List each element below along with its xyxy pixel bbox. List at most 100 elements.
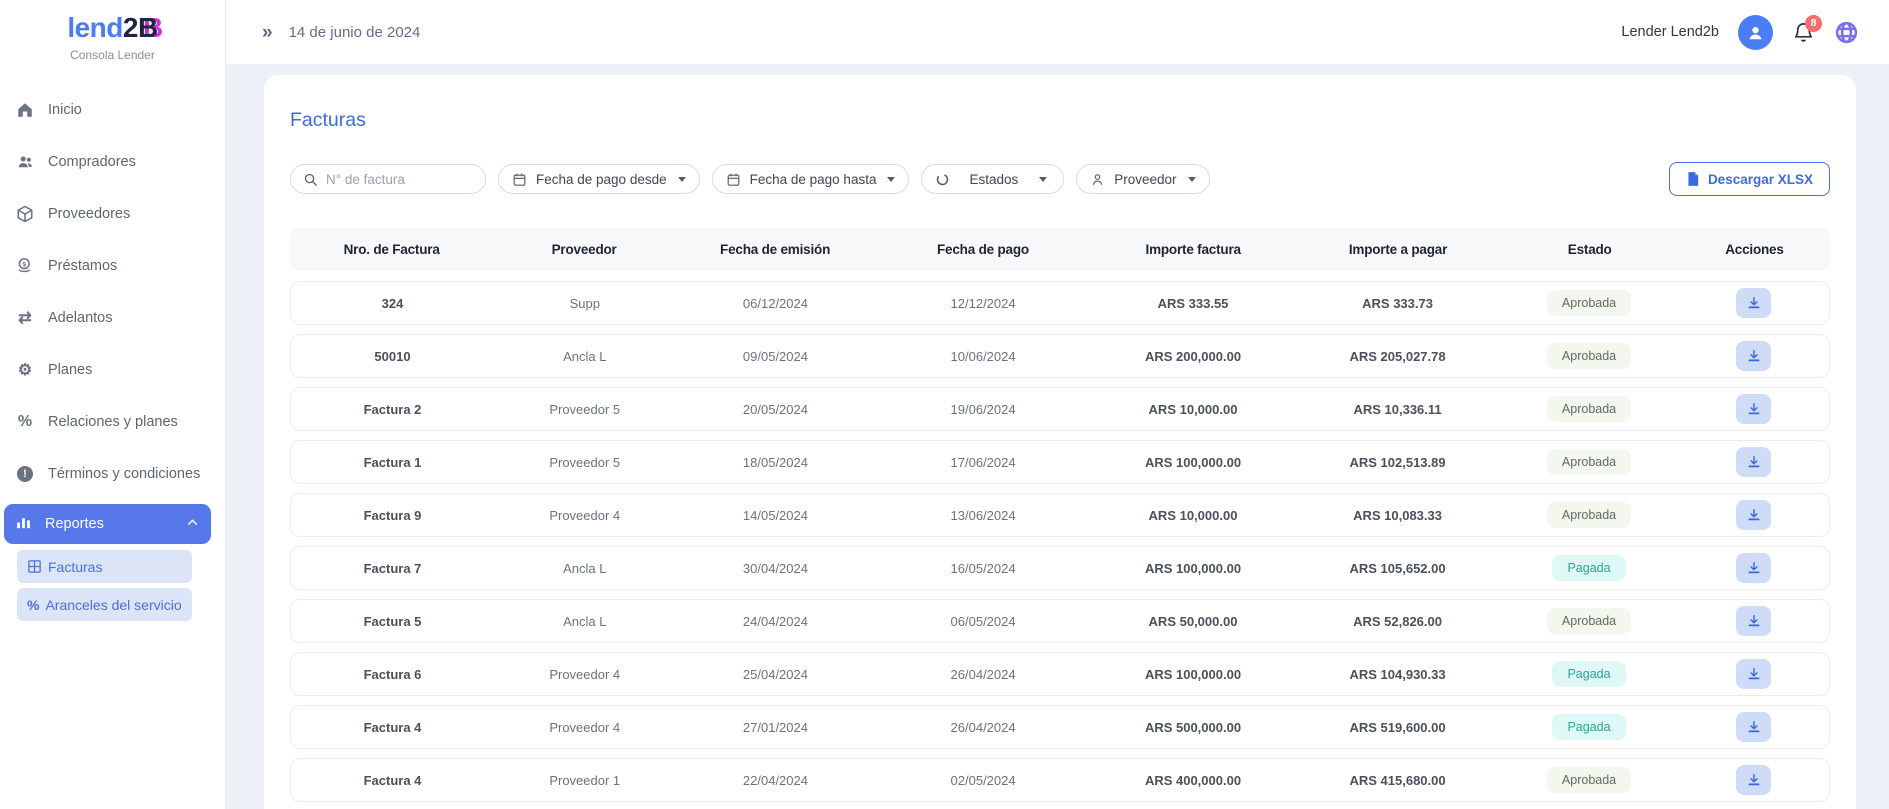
- download-icon: [1747, 773, 1761, 787]
- gear-icon: ⚙: [15, 360, 35, 380]
- download-row-button[interactable]: [1736, 447, 1771, 477]
- filter-proveedor[interactable]: Proveedor: [1076, 164, 1209, 194]
- filter-label: Proveedor: [1114, 172, 1176, 187]
- search-input[interactable]: [326, 172, 473, 187]
- sidebar-subitem-aranceles[interactable]: % Aranceles del servicio: [17, 588, 192, 621]
- sidebar-item-label: Proveedores: [48, 206, 130, 222]
- status-circle-icon: [935, 172, 950, 187]
- sidebar-item-inicio[interactable]: Inicio: [0, 84, 225, 136]
- sidebar-item-prestamos[interactable]: $ Préstamos: [0, 240, 225, 292]
- status-badge: Aprobada: [1547, 396, 1631, 422]
- download-icon: [1747, 720, 1761, 734]
- download-row-button[interactable]: [1736, 712, 1771, 742]
- current-date: 14 de junio de 2024: [289, 24, 421, 41]
- sidebar-item-compradores[interactable]: Compradores: [0, 136, 225, 188]
- download-icon: [1747, 296, 1761, 310]
- sidebar-collapse-icon[interactable]: »: [262, 23, 273, 42]
- person-icon: [1090, 172, 1105, 187]
- table-row: Factura 4 Proveedor 1 22/04/2024 02/05/2…: [290, 758, 1830, 802]
- download-icon: [1747, 667, 1761, 681]
- status-badge: Aprobada: [1547, 767, 1631, 793]
- sidebar-item-terminos[interactable]: ! Términos y condiciones: [0, 448, 225, 500]
- grid-icon: [27, 559, 42, 574]
- sidebar-item-planes[interactable]: ⚙ Planes: [0, 344, 225, 396]
- download-icon: [1747, 561, 1761, 575]
- download-row-button[interactable]: [1736, 341, 1771, 371]
- cell-importe-a-pagar: ARS 10,083.33: [1295, 508, 1500, 523]
- download-xlsx-button[interactable]: Descargar XLSX: [1669, 162, 1830, 196]
- sidebar-item-reportes[interactable]: Reportes: [4, 504, 211, 544]
- user-name: Lender Lend2b: [1621, 24, 1719, 40]
- cell-estado: Aprobada: [1500, 396, 1678, 422]
- cell-nro-factura: Factura 2: [291, 402, 494, 417]
- download-row-button[interactable]: [1736, 288, 1771, 318]
- sidebar-item-adelantos[interactable]: ⇄ Adelantos: [0, 292, 225, 344]
- table-row: 50010 Ancla L 09/05/2024 10/06/2024 ARS …: [290, 334, 1830, 378]
- cell-importe-a-pagar: ARS 102,513.89: [1295, 455, 1500, 470]
- cell-fecha-emision: 30/04/2024: [675, 561, 875, 576]
- status-badge: Aprobada: [1547, 502, 1631, 528]
- download-row-button[interactable]: [1736, 500, 1771, 530]
- cell-proveedor: Proveedor 4: [494, 667, 675, 682]
- sidebar-nav: Inicio Compradores Proveedores $ Préstam…: [0, 84, 225, 809]
- cell-proveedor: Proveedor 5: [494, 455, 675, 470]
- avatar[interactable]: [1738, 15, 1773, 50]
- sidebar-item-proveedores[interactable]: Proveedores: [0, 188, 225, 240]
- cell-fecha-emision: 25/04/2024: [675, 667, 875, 682]
- sidebar: lend2BB Consola Lender Inicio Compradore…: [0, 0, 226, 809]
- notifications-button[interactable]: 8: [1792, 21, 1815, 44]
- percent-icon: %: [15, 413, 35, 431]
- cell-nro-factura: Factura 4: [291, 773, 494, 788]
- column-header: Estado: [1500, 242, 1679, 257]
- brand-subtitle: Consola Lender: [0, 48, 225, 62]
- column-header: Nro. de Factura: [290, 242, 493, 257]
- cell-importe-a-pagar: ARS 333.73: [1295, 296, 1500, 311]
- table-header: Nro. de Factura Proveedor Fecha de emisi…: [290, 228, 1830, 271]
- sidebar-item-relaciones[interactable]: % Relaciones y planes: [0, 396, 225, 448]
- download-row-button[interactable]: [1736, 659, 1771, 689]
- language-globe-button[interactable]: [1834, 20, 1859, 45]
- brand-logo: lend2BB: [67, 12, 157, 44]
- filter-fecha-pago-hasta[interactable]: Fecha de pago hasta: [712, 164, 910, 194]
- globe-icon: [1834, 20, 1859, 45]
- download-row-button[interactable]: [1736, 553, 1771, 583]
- cell-nro-factura: 324: [291, 296, 494, 311]
- table-row: Factura 6 Proveedor 4 25/04/2024 26/04/2…: [290, 652, 1830, 696]
- page-title: Facturas: [290, 109, 1830, 132]
- cell-importe-factura: ARS 10,000.00: [1091, 508, 1296, 523]
- cell-acciones: [1678, 447, 1829, 477]
- cell-importe-factura: ARS 100,000.00: [1091, 667, 1296, 682]
- users-icon: [15, 153, 35, 171]
- cell-acciones: [1678, 288, 1829, 318]
- table-body: 324 Supp 06/12/2024 12/12/2024 ARS 333.5…: [290, 281, 1830, 802]
- logo-part-lend: lend: [67, 12, 123, 43]
- download-row-button[interactable]: [1736, 765, 1771, 795]
- column-header: Acciones: [1679, 242, 1830, 257]
- cell-fecha-emision: 06/12/2024: [675, 296, 875, 311]
- filter-estados[interactable]: Estados: [921, 164, 1064, 194]
- cell-fecha-pago: 12/12/2024: [875, 296, 1090, 311]
- cell-fecha-emision: 24/04/2024: [675, 614, 875, 629]
- filter-label: Fecha de pago hasta: [750, 172, 877, 187]
- cell-importe-factura: ARS 400,000.00: [1091, 773, 1296, 788]
- cell-importe-a-pagar: ARS 415,680.00: [1295, 773, 1500, 788]
- cell-importe-a-pagar: ARS 519,600.00: [1295, 720, 1500, 735]
- column-header: Fecha de pago: [875, 242, 1091, 257]
- status-badge: Aprobada: [1547, 343, 1631, 369]
- topbar: » 14 de junio de 2024 Lender Lend2b 8: [226, 0, 1889, 64]
- download-row-button[interactable]: [1736, 606, 1771, 636]
- cell-fecha-pago: 17/06/2024: [875, 455, 1090, 470]
- download-row-button[interactable]: [1736, 394, 1771, 424]
- cell-estado: Aprobada: [1500, 449, 1678, 475]
- brand[interactable]: lend2BB Consola Lender: [0, 12, 225, 62]
- cell-acciones: [1678, 500, 1829, 530]
- cell-fecha-pago: 26/04/2024: [875, 667, 1090, 682]
- invoice-search[interactable]: [290, 164, 486, 194]
- cell-importe-a-pagar: ARS 10,336.11: [1295, 402, 1500, 417]
- cell-estado: Aprobada: [1500, 767, 1678, 793]
- filter-fecha-pago-desde[interactable]: Fecha de pago desde: [498, 164, 700, 194]
- filter-label: Estados: [969, 172, 1018, 187]
- cell-nro-factura: Factura 5: [291, 614, 494, 629]
- sidebar-subitem-facturas[interactable]: Facturas: [17, 550, 192, 583]
- cell-estado: Aprobada: [1500, 290, 1678, 316]
